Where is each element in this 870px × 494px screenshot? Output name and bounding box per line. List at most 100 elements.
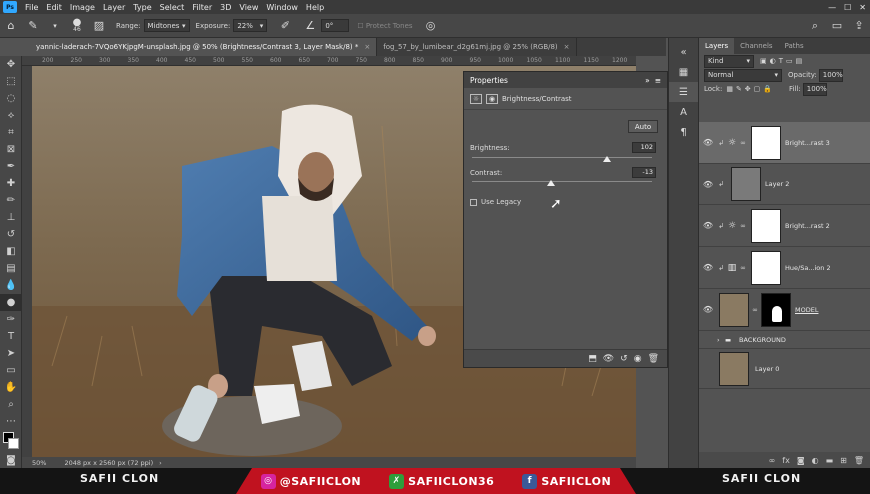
layer-row[interactable]: 👁 ↲ ☼ ∞ Bright...rast 2 (699, 205, 870, 247)
pressure-size-icon[interactable]: ◎ (423, 18, 439, 34)
healing-tool-icon[interactable]: ✚ (0, 175, 22, 192)
lock-icons[interactable]: ▦✎✥▢🔒 (726, 85, 775, 93)
panel-menu-icon[interactable]: ≡ (655, 76, 661, 85)
checkbox-box[interactable] (470, 198, 477, 206)
visibility-icon[interactable]: ◉ (634, 354, 642, 364)
menu-edit[interactable]: Edit (42, 3, 66, 12)
home-icon[interactable]: ⌂ (3, 18, 19, 34)
crop-tool-icon[interactable]: ⌗ (0, 124, 22, 141)
stamp-tool-icon[interactable]: ⊥ (0, 209, 22, 226)
contrast-track[interactable] (472, 181, 652, 182)
filter-icons[interactable]: ▣◐T▭▤ (760, 57, 805, 65)
frame-tool-icon[interactable]: ⊠ (0, 141, 22, 158)
brush-tool-icon[interactable]: ✏ (0, 192, 22, 209)
use-legacy-checkbox[interactable]: Use Legacy (470, 198, 521, 206)
layer-row[interactable]: 👁 ∞ MODEL (699, 289, 870, 331)
group-row[interactable]: › ▬ BACKGROUND (699, 331, 870, 349)
layer-name[interactable]: MODEL (795, 306, 818, 314)
layer-mask-thumbnail[interactable] (751, 208, 781, 243)
menu-window[interactable]: Window (262, 3, 302, 12)
tab-yannic-document[interactable]: yannic-laderach-7VQo6YKjpgM-unsplash.jpg… (30, 38, 378, 56)
layer-row[interactable]: 👁 ↲ Layer 2 (699, 164, 870, 205)
contrast-field[interactable]: -13 (632, 167, 656, 178)
fill-field[interactable]: 100% (802, 82, 827, 96)
move-tool-icon[interactable]: ✥ (0, 56, 22, 73)
layer-name[interactable]: Hue/Sa...ion 2 (785, 264, 831, 272)
quick-mask-icon[interactable]: ◙ (0, 452, 22, 469)
layer-row[interactable]: 👁 ↲ ☼ ∞ Bright...rast 3 (699, 122, 870, 164)
quick-select-tool-icon[interactable]: ⟡ (0, 107, 22, 124)
workspace-icon[interactable]: ▭ (829, 18, 845, 34)
tab-paths[interactable]: Paths (779, 42, 810, 50)
history-brush-icon[interactable]: ↺ (0, 226, 22, 243)
link-icon[interactable]: ∞ (739, 264, 747, 272)
tab-channels[interactable]: Channels (734, 42, 778, 50)
paragraph-icon[interactable]: ¶ (669, 122, 698, 142)
minimize-icon[interactable]: — (824, 3, 840, 12)
brightness-slider-handle[interactable] (603, 156, 611, 162)
layer-name[interactable]: Bright...rast 2 (785, 222, 830, 230)
close-tab-icon[interactable]: × (564, 43, 570, 51)
exposure-field[interactable]: 22% ▾ (233, 19, 268, 32)
tab-fog-document[interactable]: fog_57_by_lumibear_d2g61mj.jpg @ 25% (RG… (377, 38, 577, 56)
layer-mask-thumbnail[interactable] (751, 250, 781, 285)
fx-icon[interactable]: fx (782, 456, 790, 465)
group-name[interactable]: BACKGROUND (739, 336, 786, 344)
background-color[interactable] (8, 438, 19, 449)
more-tools-icon[interactable]: ⋯ (0, 413, 22, 430)
brightness-field[interactable]: 102 (632, 142, 656, 153)
menu-filter[interactable]: Filter (188, 3, 216, 12)
chevron-down-icon[interactable]: ▾ (47, 18, 63, 34)
color-swatches[interactable] (0, 430, 21, 452)
maximize-icon[interactable]: ☐ (840, 3, 855, 12)
path-select-icon[interactable]: ➤ (0, 345, 22, 362)
link-icon[interactable]: ∞ (751, 306, 759, 314)
chevron-right-icon[interactable]: › (717, 336, 725, 344)
protect-tones-checkbox[interactable]: ☐ Protect Tones (357, 22, 412, 30)
pen-tool-icon[interactable]: ✑ (0, 311, 22, 328)
tab-layers[interactable]: Layers (699, 38, 735, 54)
delete-icon[interactable]: 🗑 (648, 354, 659, 364)
angle-icon[interactable]: ∠ (302, 18, 318, 34)
menu-help[interactable]: Help (302, 3, 328, 12)
layer-mask-thumbnail[interactable] (761, 292, 791, 327)
dodge-tool-icon[interactable]: ● (0, 294, 22, 311)
angle-field[interactable]: 0° (321, 19, 350, 32)
layer-row[interactable]: 👁 ↲ ▥ ∞ Hue/Sa...ion 2 (699, 247, 870, 289)
range-select[interactable]: Midtones ▾ (143, 19, 190, 32)
airbrush-icon[interactable]: ✐ (277, 18, 293, 34)
layer-thumbnail[interactable] (731, 167, 761, 201)
marquee-tool-icon[interactable]: ⬚ (0, 73, 22, 90)
layer-name[interactable]: Layer 0 (755, 365, 779, 373)
visibility-eye-icon[interactable]: 👁 (699, 221, 717, 230)
new-layer-icon[interactable]: ⊞ (840, 456, 847, 465)
hand-tool-icon[interactable]: ✋ (0, 379, 22, 396)
layer-thumbnail[interactable] (719, 351, 749, 386)
add-mask-icon[interactable]: ◙ (797, 456, 805, 465)
zoom-tool-icon[interactable]: ⌕ (0, 396, 22, 413)
type-tool-icon[interactable]: T (0, 328, 22, 345)
visibility-eye-icon[interactable]: 👁 (699, 305, 717, 314)
share-icon[interactable]: ⇪ (851, 18, 867, 34)
gradient-tool-icon[interactable]: ▤ (0, 260, 22, 277)
close-window-icon[interactable]: ✕ (855, 3, 870, 12)
brush-settings-icon[interactable]: ▨ (91, 18, 107, 34)
menu-type[interactable]: Type (129, 3, 155, 12)
character-icon[interactable]: A (669, 102, 698, 122)
eyedropper-tool-icon[interactable]: ✒ (0, 158, 22, 175)
adjustment-layer-icon[interactable]: ◐ (812, 456, 819, 465)
chevron-right-icon[interactable]: › (159, 459, 162, 467)
shape-tool-icon[interactable]: ▭ (0, 362, 22, 379)
menu-select[interactable]: Select (156, 3, 189, 12)
link-layers-icon[interactable]: ∞ (769, 456, 776, 465)
link-icon[interactable]: ∞ (739, 139, 747, 147)
kind-filter-select[interactable]: Kind ▾ (704, 54, 754, 68)
menu-file[interactable]: File (21, 3, 42, 12)
mask-icon[interactable]: ◉ (486, 93, 498, 104)
lasso-tool-icon[interactable]: ◌ (0, 90, 22, 107)
visibility-eye-icon[interactable]: 👁 (699, 180, 717, 189)
layer-name[interactable]: Layer 2 (765, 180, 789, 188)
collapse-panels-icon[interactable]: « (669, 42, 698, 62)
clip-to-layer-icon[interactable]: ⬒ (588, 354, 597, 364)
blend-mode-select[interactable]: Normal ▾ (704, 68, 782, 82)
